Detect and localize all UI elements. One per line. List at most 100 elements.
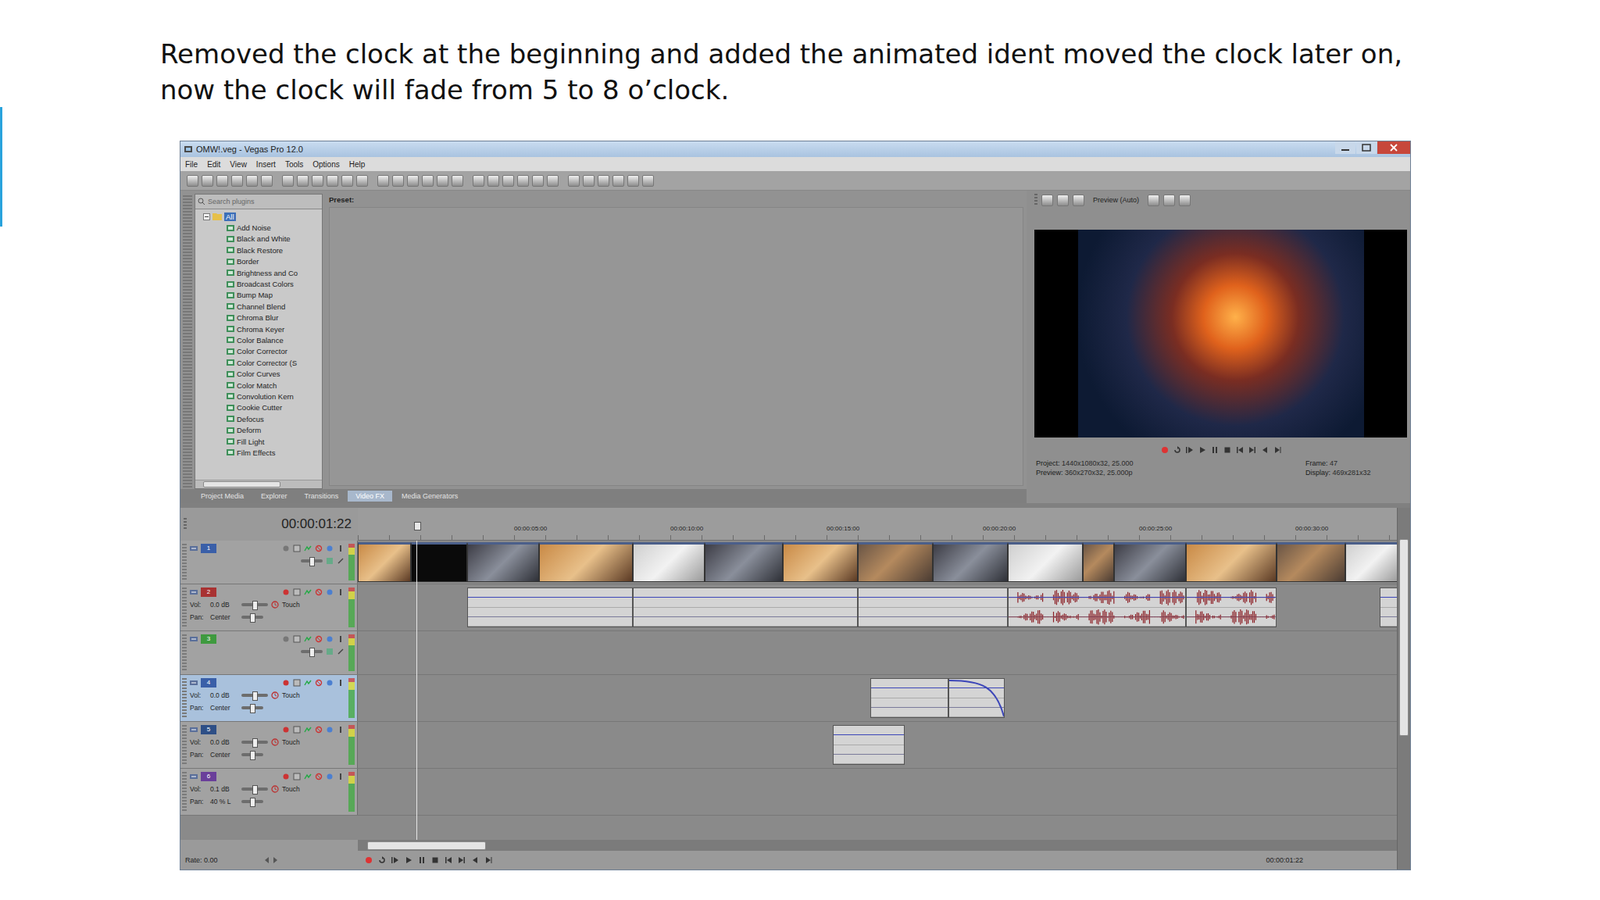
track-header[interactable]: 5 Vol: 0.0 dB Touch Pan: Center — [180, 721, 358, 768]
toolbar-button[interactable] — [627, 175, 640, 187]
pan-slider[interactable] — [241, 800, 264, 804]
toolbar-button[interactable] — [502, 175, 515, 187]
play-start-icon[interactable] — [1185, 445, 1195, 455]
back-icon[interactable] — [470, 855, 480, 865]
track-header[interactable]: 3 — [180, 631, 358, 675]
plugin-item[interactable]: Deform — [195, 424, 322, 436]
volume-envelope[interactable] — [633, 596, 858, 598]
audio-event[interactable] — [832, 725, 905, 765]
audio-event[interactable] — [948, 678, 1005, 718]
toolbar-button[interactable] — [612, 175, 625, 187]
toolbar-button[interactable] — [567, 175, 580, 187]
level-slider[interactable] — [300, 650, 323, 654]
plugin-item[interactable]: Color Balance — [195, 334, 322, 346]
arm-icon[interactable] — [282, 725, 290, 734]
toolbar-button[interactable] — [260, 175, 273, 187]
rate-slider-icon[interactable] — [264, 856, 278, 865]
arm-icon[interactable] — [282, 678, 290, 687]
toolbar-button[interactable] — [487, 175, 500, 187]
pan-slider[interactable] — [241, 615, 264, 619]
volume-envelope[interactable] — [1186, 596, 1276, 598]
mute-icon[interactable] — [314, 725, 323, 734]
mute-icon[interactable] — [314, 772, 323, 781]
toolbar-button[interactable] — [216, 175, 229, 187]
collapse-icon[interactable] — [189, 678, 198, 687]
video-event[interactable] — [357, 542, 411, 583]
toolbar-button[interactable] — [472, 175, 485, 187]
toolbar-button[interactable] — [642, 175, 654, 187]
dock-tab[interactable]: Explorer — [253, 490, 296, 502]
volume-envelope[interactable] — [1008, 596, 1186, 598]
fx-icon[interactable] — [292, 588, 301, 597]
toolbar-button[interactable] — [326, 175, 339, 187]
volume-slider[interactable] — [241, 693, 268, 697]
play-icon[interactable] — [1197, 445, 1208, 455]
plugin-item[interactable]: Black Restore — [195, 244, 322, 256]
toolbar-button[interactable] — [532, 175, 544, 187]
toolbar-button[interactable] — [282, 175, 294, 187]
volume-slider[interactable] — [241, 603, 268, 607]
audio-event[interactable] — [1007, 587, 1186, 628]
back-icon[interactable] — [1260, 445, 1270, 455]
toolbar-button[interactable] — [407, 175, 419, 187]
audio-event[interactable] — [467, 587, 633, 628]
toolbar-button[interactable] — [436, 175, 449, 187]
solo-icon[interactable] — [325, 772, 334, 781]
automation-mode[interactable]: Touch — [282, 738, 302, 747]
audio-event[interactable] — [632, 587, 858, 628]
menu-icon[interactable] — [336, 544, 345, 553]
record-icon[interactable] — [1160, 445, 1170, 455]
menu-item[interactable]: View — [229, 160, 247, 169]
volume-slider[interactable] — [241, 787, 268, 791]
video-event[interactable] — [1114, 542, 1186, 583]
collapse-icon[interactable] — [189, 635, 198, 643]
mute-icon[interactable] — [314, 635, 323, 643]
preview-quality-dropdown[interactable]: Preview (Auto) — [1088, 196, 1144, 204]
dock-tab[interactable]: Project Media — [192, 490, 252, 502]
plugin-item[interactable]: Fill Light — [195, 435, 322, 447]
collapse-icon[interactable] — [189, 544, 198, 553]
dock-tab[interactable]: Transitions — [296, 490, 347, 502]
toolbar-button[interactable] — [451, 175, 464, 187]
toolbar-button[interactable] — [201, 175, 214, 187]
track-lane[interactable] — [357, 675, 1397, 722]
plugin-item[interactable]: Chroma Blur — [195, 312, 322, 324]
toolbar-button[interactable] — [246, 175, 258, 187]
mute-icon[interactable] — [314, 544, 323, 553]
track-header[interactable]: 4 Vol: 0.0 dB Touch Pan: Center — [180, 675, 358, 722]
plugin-item[interactable]: Convolution Kern — [195, 390, 322, 402]
mute-icon[interactable] — [314, 588, 323, 597]
video-event[interactable] — [1345, 542, 1397, 583]
stop-icon[interactable] — [1222, 445, 1233, 455]
fx-icon[interactable] — [292, 635, 301, 643]
track-header[interactable]: 6 Vol: 0.1 dB Touch Pan: 40 % L — [180, 768, 358, 815]
automation-mode[interactable]: Touch — [282, 691, 302, 700]
plugin-item[interactable]: Add Noise — [195, 221, 322, 233]
fx-icon[interactable] — [292, 772, 301, 781]
automation-icon[interactable] — [303, 772, 312, 781]
video-event[interactable] — [1276, 542, 1346, 583]
solo-icon[interactable] — [325, 678, 334, 687]
audio-event[interactable] — [857, 587, 1008, 628]
play-start-icon[interactable] — [390, 855, 400, 865]
tree-root[interactable]: All — [195, 210, 322, 222]
maximize-icon[interactable] — [1356, 141, 1377, 154]
audio-event[interactable] — [1185, 587, 1277, 628]
fx-icon[interactable] — [292, 725, 301, 734]
loop-icon[interactable] — [377, 855, 387, 865]
collapse-icon[interactable] — [203, 213, 211, 221]
video-event[interactable] — [632, 542, 705, 583]
loop-icon[interactable] — [1172, 445, 1183, 455]
pan-slider[interactable] — [241, 753, 264, 757]
toolbar-button[interactable] — [186, 175, 199, 187]
tree-scrollbar[interactable] — [195, 479, 322, 489]
video-event[interactable] — [1185, 542, 1277, 583]
collapse-icon[interactable] — [189, 772, 198, 781]
arm-icon[interactable] — [282, 772, 290, 781]
toolbar-button[interactable] — [356, 175, 368, 187]
fx-icon[interactable] — [292, 544, 301, 553]
volume-envelope[interactable] — [467, 596, 633, 598]
menu-icon[interactable] — [336, 772, 345, 781]
audio-event[interactable] — [870, 678, 949, 718]
plugin-item[interactable]: Color Corrector (S — [195, 357, 322, 368]
